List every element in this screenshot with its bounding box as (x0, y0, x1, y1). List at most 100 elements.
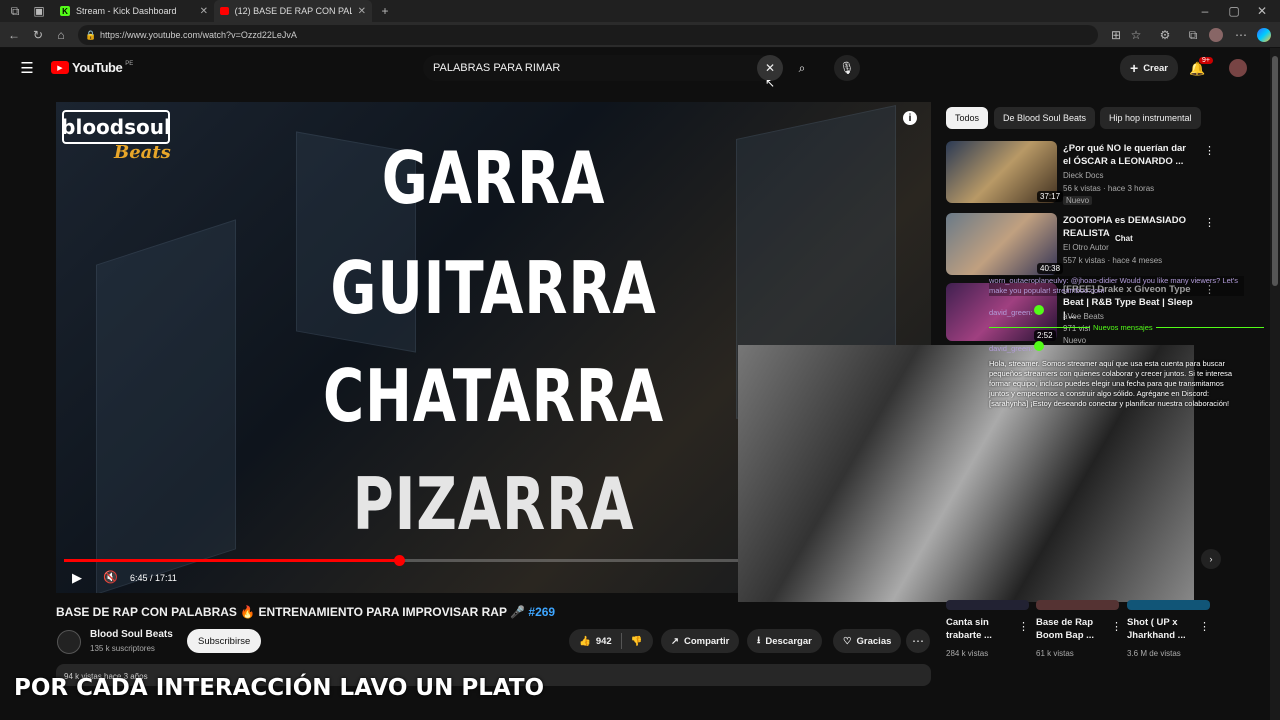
collections-icon[interactable]: ⧉ (1185, 27, 1201, 43)
channel-name[interactable]: Blood Soul Beats (90, 629, 173, 640)
video-thumbnail[interactable] (1127, 600, 1210, 610)
download-label: Descargar (765, 635, 812, 647)
search-icon[interactable]: ⌕ (789, 55, 815, 81)
chevron-right-icon[interactable]: › (1201, 549, 1221, 569)
hashtag-link[interactable]: #269 (528, 605, 555, 619)
close-icon[interactable]: ✕ (358, 6, 366, 17)
browser-tab-bar: ⧉ ▣ K Stream - Kick Dashboard ✕ (12) BAS… (0, 0, 1280, 22)
tab-kick[interactable]: K Stream - Kick Dashboard ✕ (54, 0, 214, 22)
plus-icon: + (1130, 60, 1139, 76)
divider (620, 633, 622, 649)
create-button[interactable]: + Crear (1120, 55, 1179, 81)
create-label: Crear (1143, 62, 1169, 74)
more-actions-icon[interactable]: ⋯ (906, 629, 930, 653)
profile-avatar[interactable] (1209, 28, 1223, 42)
chat-user: david_green: (989, 344, 1033, 353)
kebab-menu-icon[interactable]: ⋮ (1204, 216, 1215, 229)
close-icon[interactable]: ✕ (200, 6, 208, 17)
new-messages-label: Nuevos mensajes (1090, 323, 1156, 333)
mute-icon[interactable]: 🔇 (103, 570, 118, 584)
emote-icon (1034, 341, 1045, 351)
video-meta: 3.6 M de vistas (1127, 649, 1181, 658)
chip-all[interactable]: Todos (946, 107, 989, 129)
play-icon[interactable]: ▶ (72, 570, 82, 586)
new-tab-icon[interactable]: + (377, 3, 393, 19)
lock-icon: 🔒 (85, 29, 97, 40)
kebab-menu-icon[interactable]: ⋮ (1018, 620, 1029, 633)
youtube-wordmark: YouTube (72, 60, 123, 75)
kebab-menu-icon[interactable]: ⋮ (1204, 144, 1215, 157)
rhyme-word: PIZARRA (352, 462, 635, 546)
subscribe-button[interactable]: Subscribirse (187, 629, 262, 653)
video-meta: 557 k vistas · hace 4 meses (1063, 256, 1163, 265)
thanks-button[interactable]: ♡ Gracias (833, 629, 902, 653)
microphone-icon[interactable]: 🎙 (834, 55, 860, 81)
stream-overlay-text: POR CADA INTERACCIÓN LAVO UN PLATO (14, 675, 545, 701)
video-thumbnail[interactable] (1036, 600, 1119, 610)
info-icon[interactable]: i (903, 111, 917, 125)
progress-knob[interactable] (394, 555, 405, 566)
channel-name[interactable]: aVee Beats (1063, 312, 1104, 321)
thumbs-down-icon[interactable]: 👎 (631, 636, 643, 647)
youtube-tab-icon (220, 7, 229, 15)
progress-fill (64, 559, 399, 562)
video-thumbnail[interactable] (946, 600, 1029, 610)
page-scrollbar[interactable] (1270, 48, 1280, 720)
download-button[interactable]: ⭳ Descargar (747, 629, 822, 653)
chat-message: Hola, streamer. Somos streamer aquí que … (989, 359, 1233, 408)
duration-badge: 2:52 (1034, 330, 1056, 341)
copilot-icon[interactable] (1257, 28, 1271, 42)
video-title[interactable]: Shot ( UP x Jharkhand ... (1127, 616, 1197, 642)
share-button[interactable]: ↗ Compartir (661, 629, 740, 653)
country-code: PE (125, 60, 134, 67)
channel-name[interactable]: El Otro Autor (1063, 243, 1109, 252)
duration-badge: 37:17 (1037, 191, 1064, 202)
tab-actions-icon[interactable]: ▣ (31, 3, 47, 19)
video-title[interactable]: Base de Rap Boom Bap ... (1036, 616, 1108, 642)
favorite-star-icon[interactable]: ☆ (1128, 27, 1144, 43)
download-icon: ⭳ (757, 635, 761, 646)
thumbs-up-icon: 👍 (579, 635, 591, 647)
tab-youtube[interactable]: (12) BASE DE RAP CON PALABRAS ✕ (214, 0, 372, 22)
window-close-icon[interactable]: ✕ (1254, 3, 1270, 19)
channel-avatar[interactable] (57, 630, 81, 654)
account-avatar[interactable] (1229, 59, 1247, 77)
read-mode-icon[interactable]: ⊞ (1108, 27, 1124, 43)
back-icon[interactable]: ← (6, 27, 22, 43)
home-icon[interactable]: ⌂ (53, 27, 69, 43)
youtube-play-icon: ▶ (51, 61, 69, 74)
chip-hiphop[interactable]: Hip hop instrumental (1100, 107, 1201, 129)
browser-menu-icon[interactable]: ⧉ (7, 3, 23, 19)
video-meta: 284 k vistas (946, 649, 989, 658)
thanks-label: Gracias (856, 635, 892, 647)
reload-icon[interactable]: ↻ (30, 27, 46, 43)
youtube-header: ☰ ▶ YouTube PE PALABRAS PARA RIMAR ✕ ⌕ 🎙… (0, 48, 1270, 90)
chip-channel[interactable]: De Blood Soul Beats (994, 107, 1096, 129)
thanks-heart-icon: ♡ (843, 635, 852, 647)
list-item[interactable]: 37:17 ¿Por qué NO le querían dar el ÓSCA… (946, 141, 1262, 205)
maximize-icon[interactable]: ▢ (1226, 3, 1242, 19)
like-button[interactable]: 👍 942 👎 (569, 629, 653, 653)
tab-label: (12) BASE DE RAP CON PALABRAS (234, 6, 352, 16)
minimize-icon[interactable]: – (1197, 3, 1213, 19)
share-icon: ↗ (671, 635, 679, 647)
extensions-icon[interactable]: ⚙ (1157, 27, 1173, 43)
search-input[interactable]: PALABRAS PARA RIMAR (423, 55, 773, 81)
hamburger-menu-icon[interactable]: ☰ (19, 60, 35, 77)
video-title-text: BASE DE RAP CON PALABRAS 🔥 ENTRENAMIENTO… (56, 605, 526, 619)
url-text: https://www.youtube.com/watch?v=Ozzd22Le… (100, 30, 297, 40)
channel-name[interactable]: Dieck Docs (1063, 171, 1103, 180)
more-icon[interactable]: ⋯ (1233, 27, 1249, 43)
kebab-menu-icon[interactable]: ⋮ (1111, 620, 1122, 633)
rhyme-word: GUITARRA (330, 246, 657, 330)
video-meta: 56 k vistas · hace 3 horas (1063, 184, 1155, 193)
video-title[interactable]: ¿Por qué NO le querían dar el ÓSCAR a LE… (1063, 142, 1195, 168)
youtube-logo[interactable]: ▶ YouTube PE (51, 60, 133, 75)
kebab-menu-icon[interactable]: ⋮ (1199, 620, 1210, 633)
video-title[interactable]: Canta sin trabarte ... (946, 616, 1018, 642)
subscriber-count: 135 k suscriptores (90, 644, 155, 653)
scrollbar-thumb[interactable] (1272, 56, 1278, 286)
list-item[interactable]: 40:38 ZOOTOPIA es DEMASIADO REALISTA El … (946, 213, 1262, 277)
url-field[interactable]: 🔒 https://www.youtube.com/watch?v=Ozzd22… (78, 25, 1098, 45)
new-badge: Nuevo (1063, 196, 1093, 205)
